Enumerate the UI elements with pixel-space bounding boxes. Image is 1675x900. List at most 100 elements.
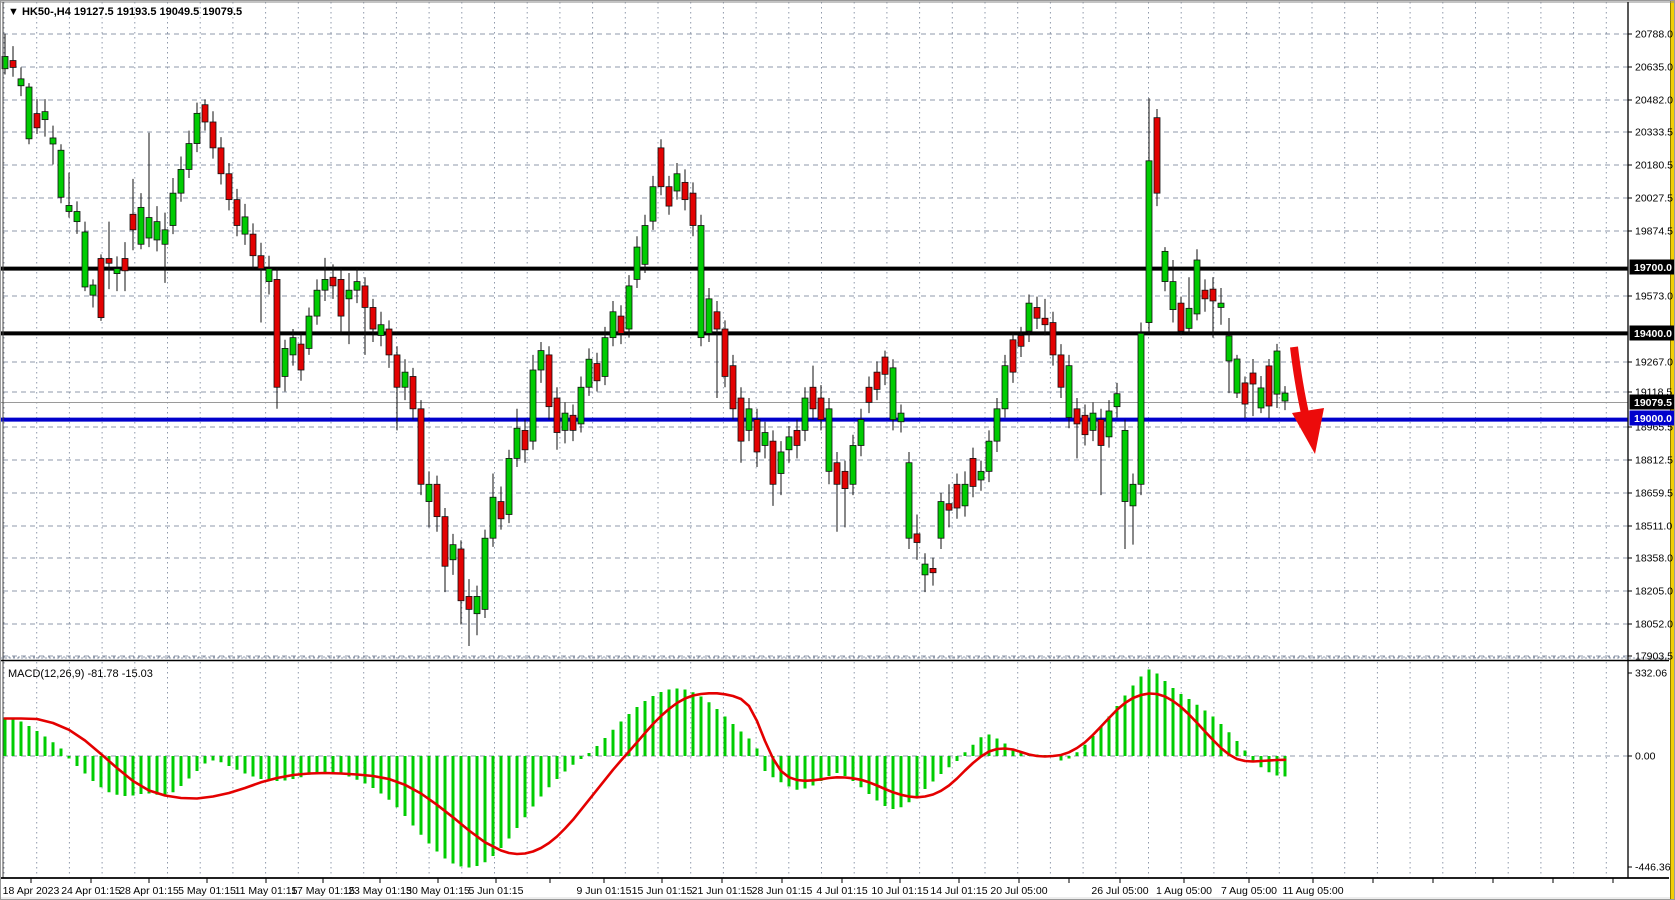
macd-plot[interactable] [3,662,1628,878]
candle [434,484,440,516]
price-tick-label: 20482.0 [1635,95,1673,107]
date-tick-label: 24 Apr 01:15 [61,885,121,897]
price-tick-label: 20635.0 [1635,62,1673,74]
candle [954,484,960,508]
candle [586,359,592,387]
candle [818,398,824,420]
candle [290,338,296,355]
date-tick-label: 9 Jun 01:15 [577,885,632,897]
candle [154,222,160,240]
price-tick-label: 18659.5 [1635,488,1673,500]
macd-tick-label: -446.36 [1635,862,1671,874]
price-tick-label: 17903.5 [1635,651,1673,663]
candle [386,329,392,355]
candle [418,409,424,484]
candle [706,299,712,334]
candle [266,269,272,282]
candle [1258,388,1264,408]
candle [546,355,552,407]
price-tick-label: 18205.0 [1635,586,1673,598]
candle [58,150,64,197]
candle [762,433,768,446]
candle [1266,366,1272,406]
price-level-label: 19400.0 [1634,328,1672,340]
candle [26,87,32,139]
candle [810,387,816,409]
date-tick-label: 14 Jul 01:15 [930,885,987,897]
candle [1146,161,1152,323]
candle [466,596,472,609]
candle [826,409,832,472]
candle [450,545,456,560]
candle [602,338,608,377]
candle [506,458,512,514]
candle [906,463,912,538]
price-tick-label: 19573.0 [1635,291,1673,303]
candle [458,549,464,601]
candle [594,364,600,381]
candle [1138,333,1144,484]
price-tick-label: 19874.5 [1635,226,1673,238]
candle [346,290,352,299]
chart-window: 20788.020635.020482.020333.520180.520027… [0,0,1675,900]
main-chart-plot[interactable] [3,2,1628,659]
candle [114,269,120,274]
date-tick-label: 23 May 01:15 [348,885,412,897]
candle [442,517,448,567]
candle [298,344,304,370]
candle [1194,260,1200,314]
candle [530,370,536,441]
candle [578,387,584,424]
candle [410,376,416,408]
candle [1186,308,1192,328]
candle [554,398,560,433]
candle [482,538,488,609]
candle [890,368,896,420]
candle [170,193,176,225]
date-tick-label: 26 Jul 05:00 [1091,885,1148,897]
candle [490,497,496,538]
candle [162,230,168,244]
candle [218,148,224,174]
date-tick-label: 1 Aug 05:00 [1156,885,1212,897]
candle [42,112,48,120]
price-tick-label: 20788.0 [1635,29,1673,41]
candle [306,316,312,348]
macd-tick-label: 332.06 [1635,668,1667,680]
candle [402,372,408,387]
candle [698,226,704,338]
price-tick-label: 18358.0 [1635,553,1673,565]
date-tick-label: 28 Jun 01:15 [752,885,813,897]
candle [994,409,1000,441]
candle [90,285,96,295]
candle [106,258,112,263]
candle [858,420,864,446]
candle [970,458,976,486]
candle [986,441,992,471]
candle [1242,383,1248,404]
candle [122,258,128,270]
candle [1090,413,1096,430]
candle [754,420,760,452]
date-tick-label: 20 Jul 05:00 [990,885,1047,897]
candle [338,279,344,316]
candle [938,502,944,539]
candle [1026,303,1032,331]
candle [1098,420,1104,446]
candle [1130,484,1136,506]
candle [234,200,240,226]
candle [362,286,368,308]
candle [186,144,192,170]
candle [914,534,920,543]
candle [1234,359,1240,393]
candle [850,445,856,484]
price-tick-label: 20180.5 [1635,160,1673,172]
price-tick-label: 20027.5 [1635,193,1673,205]
candle [370,307,376,329]
candle [18,79,24,86]
date-tick-label: 11 Aug 05:00 [1282,885,1343,897]
date-tick-label: 10 Jul 01:15 [871,885,928,897]
candle [522,430,528,449]
candle [666,187,672,206]
candle [842,471,848,488]
